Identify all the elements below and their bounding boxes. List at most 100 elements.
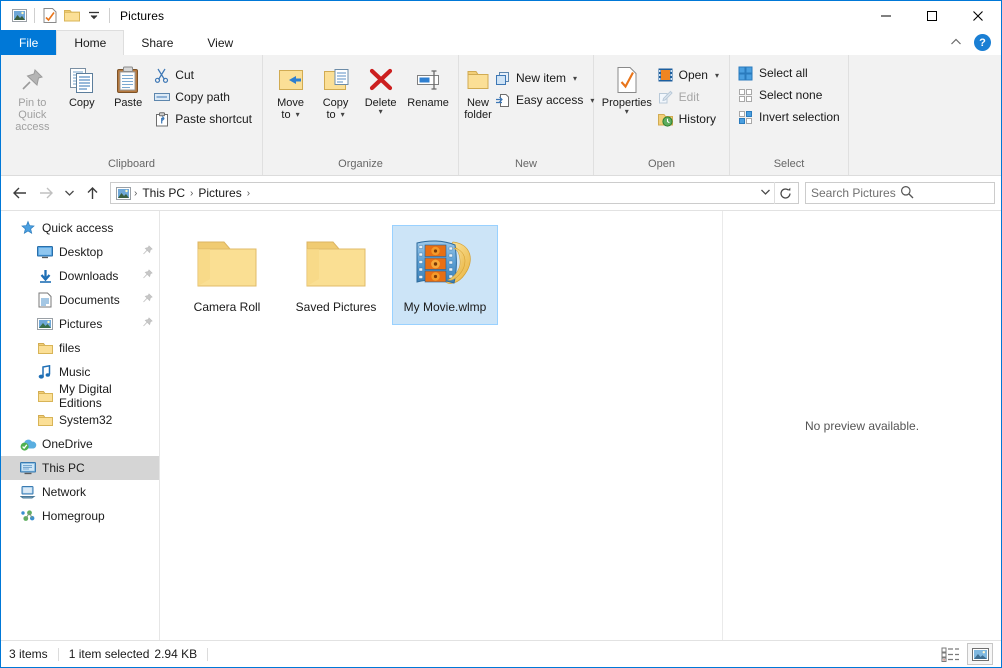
ribbon-group-open: Properties ▾ Open ▾ xyxy=(594,55,730,175)
history-icon xyxy=(657,111,674,128)
search-icon[interactable] xyxy=(900,185,989,202)
ribbon-group-organize: Move to ▾ Copy xyxy=(263,55,459,175)
open-label: Open xyxy=(679,68,708,82)
sidebar-item-documents[interactable]: Documents xyxy=(1,288,159,312)
address-history-dropdown-icon[interactable] xyxy=(756,188,774,199)
pin-icon[interactable] xyxy=(142,245,153,259)
new-folder-label-2: folder xyxy=(464,109,492,121)
sidebar-item-network[interactable]: Network xyxy=(1,480,159,504)
delete-button[interactable]: Delete ▾ xyxy=(358,59,403,115)
paste-shortcut-button[interactable]: Paste shortcut xyxy=(151,108,257,130)
list-item[interactable]: Camera Roll xyxy=(174,225,280,325)
select-all-button[interactable]: Select all xyxy=(735,62,845,84)
tab-file[interactable]: File xyxy=(1,30,56,55)
ribbon-group-select: Select all Select none xyxy=(730,55,849,175)
status-item-count: 3 items xyxy=(9,648,59,661)
copy-path-button[interactable]: Copy path xyxy=(151,86,257,108)
properties-icon[interactable] xyxy=(39,5,61,27)
tab-share[interactable]: Share xyxy=(124,30,190,55)
pictures-icon[interactable] xyxy=(8,5,30,27)
history-button[interactable]: History xyxy=(655,108,724,130)
copy-path-label: Copy path xyxy=(175,90,230,104)
edit-label: Edit xyxy=(679,90,700,104)
large-icons-view-button[interactable] xyxy=(967,643,993,665)
minimize-button[interactable] xyxy=(863,1,909,30)
ribbon-tabstrip: File Home Share View ? xyxy=(1,30,1001,55)
open-caret-icon[interactable]: ▾ xyxy=(715,71,719,80)
sidebar-item-desktop[interactable]: Desktop xyxy=(1,240,159,264)
rename-button[interactable]: Rename xyxy=(403,59,453,109)
recent-locations-dropdown[interactable] xyxy=(59,180,79,206)
maximize-button[interactable] xyxy=(909,1,955,30)
details-view-button[interactable] xyxy=(938,644,962,664)
move-to-label-1: Move xyxy=(277,97,304,109)
back-button[interactable] xyxy=(7,180,33,206)
breadcrumb-this-pc[interactable]: This PC xyxy=(138,183,189,203)
copy-to-icon xyxy=(321,63,351,97)
collapse-ribbon-icon[interactable] xyxy=(946,37,966,49)
file-list-area[interactable]: Camera Roll Saved Pictures xyxy=(160,211,1001,640)
downloads-icon xyxy=(36,267,54,285)
refresh-button[interactable] xyxy=(774,182,796,204)
list-item[interactable]: Saved Pictures xyxy=(283,225,389,325)
new-item-button[interactable]: New item ▾ xyxy=(492,67,599,89)
tab-home[interactable]: Home xyxy=(56,30,124,55)
move-to-button[interactable]: Move to ▾ xyxy=(268,59,313,121)
select-none-button[interactable]: Select none xyxy=(735,84,845,106)
sidebar-item-my-digital-editions[interactable]: My Digital Editions xyxy=(1,384,159,408)
pin-icon[interactable] xyxy=(142,269,153,283)
sidebar-item-system32[interactable]: System32 xyxy=(1,408,159,432)
sidebar-item-onedrive[interactable]: OneDrive xyxy=(1,432,159,456)
list-item[interactable]: My Movie.wlmp xyxy=(392,225,498,325)
copy-button[interactable]: Copy xyxy=(59,59,105,109)
edit-button[interactable]: Edit xyxy=(655,86,724,108)
delete-caret-icon[interactable]: ▾ xyxy=(379,109,383,115)
new-item-caret-icon[interactable]: ▾ xyxy=(573,74,577,83)
folder-icon xyxy=(303,229,369,299)
movie-project-icon xyxy=(409,229,481,299)
new-folder-button[interactable]: New folder xyxy=(464,59,492,121)
sidebar-label: OneDrive xyxy=(42,437,93,451)
pin-to-quick-access-button[interactable]: Pin to Quick access xyxy=(6,59,59,133)
open-button[interactable]: Open ▾ xyxy=(655,64,724,86)
copy-to-button[interactable]: Copy to ▾ xyxy=(313,59,358,121)
new-folder-icon[interactable] xyxy=(61,5,83,27)
customize-qat-dropdown[interactable] xyxy=(83,5,105,27)
forward-button[interactable] xyxy=(33,180,59,206)
paste-label: Paste xyxy=(114,97,142,109)
easy-access-label: Easy access xyxy=(516,93,583,107)
properties-caret-icon[interactable]: ▾ xyxy=(625,109,629,115)
copy-label: Copy xyxy=(69,97,95,109)
easy-access-button[interactable]: Easy access ▾ xyxy=(492,89,599,111)
sidebar-item-this-pc[interactable]: This PC xyxy=(1,456,159,480)
new-small-buttons: New item ▾ Easy access ▾ xyxy=(492,59,599,111)
copy-to-caret-icon[interactable]: ▾ xyxy=(341,109,345,121)
sidebar-item-pictures[interactable]: Pictures xyxy=(1,312,159,336)
move-to-caret-icon[interactable]: ▾ xyxy=(296,109,300,121)
sidebar-item-quick-access[interactable]: Quick access xyxy=(1,216,159,240)
invert-selection-button[interactable]: Invert selection xyxy=(735,106,845,128)
breadcrumb-pictures[interactable]: Pictures xyxy=(194,183,245,203)
up-button[interactable] xyxy=(79,180,105,206)
paste-button[interactable]: Paste xyxy=(105,59,151,109)
sidebar-item-downloads[interactable]: Downloads xyxy=(1,264,159,288)
pin-icon[interactable] xyxy=(142,317,153,331)
breadcrumb-separator-2[interactable]: › xyxy=(246,188,251,199)
properties-button[interactable]: Properties ▾ xyxy=(599,59,655,115)
list-item-label: My Movie.wlmp xyxy=(401,299,490,316)
file-grid: Camera Roll Saved Pictures xyxy=(160,211,722,640)
sidebar-item-homegroup[interactable]: Homegroup xyxy=(1,504,159,528)
preview-message: No preview available. xyxy=(805,419,919,433)
sidebar-label: System32 xyxy=(59,413,112,427)
cut-button[interactable]: Cut xyxy=(151,64,257,86)
help-icon[interactable]: ? xyxy=(974,34,991,51)
tab-view[interactable]: View xyxy=(190,30,250,55)
search-input[interactable]: Search Pictures xyxy=(805,182,995,204)
move-to-label-2: to xyxy=(281,109,290,121)
close-button[interactable] xyxy=(955,1,1001,30)
sidebar-item-music[interactable]: Music xyxy=(1,360,159,384)
sidebar-item-files[interactable]: files xyxy=(1,336,159,360)
ribbon-group-new: New folder New item ▾ xyxy=(459,55,594,175)
pin-icon[interactable] xyxy=(142,293,153,307)
breadcrumb-bar[interactable]: › This PC › Pictures › xyxy=(110,182,799,204)
